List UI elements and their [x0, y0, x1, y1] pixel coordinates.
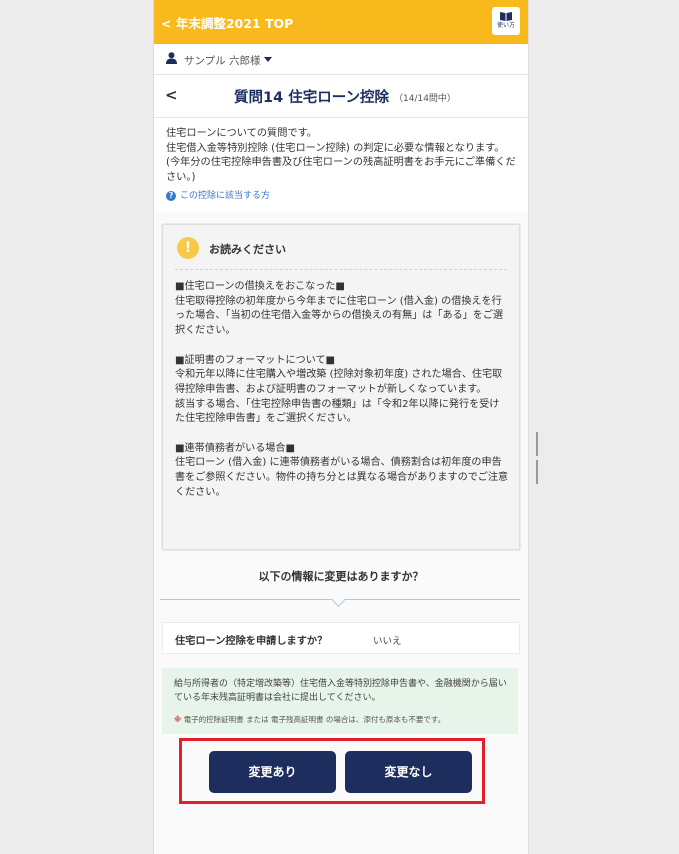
- info-note: ※ 電子的控除証明書 または 電子残高証明書 の場合は、添付も原本も不要です。: [174, 714, 510, 725]
- notice-paragraph: ■住宅ローンの借換えをおこなった■ 住宅取得控除の初年度から今年までに住宅ローン…: [175, 281, 504, 337]
- question-header: < 質問14 住宅ローン控除 （14/14問中）: [154, 75, 528, 118]
- notice-title: お読みください: [209, 243, 286, 256]
- highlight-box: [179, 738, 485, 804]
- notice-box: ! お読みください ■住宅ローンの借換えをおこなった■ 住宅取得控除の初年度から…: [162, 224, 520, 550]
- answer-row: 住宅ローン控除を申請しますか？ いいえ: [162, 622, 520, 654]
- back-to-top-link[interactable]: < 年末調整2021 TOP: [161, 13, 293, 32]
- book-icon: [500, 12, 512, 21]
- notice-body: ■住宅ローンの借換えをおこなった■ 住宅取得控除の初年度から今年までに住宅ローン…: [175, 280, 509, 515]
- guide-label: 使い方: [496, 22, 515, 29]
- notice-paragraph: ■証明書のフォーマットについて■ 令和元年以降に住宅購入や増改築 (控除対象初年…: [175, 354, 503, 425]
- user-icon: [166, 52, 177, 64]
- guide-button[interactable]: 使い方: [492, 7, 520, 35]
- question-title: 質問14 住宅ローン控除: [234, 90, 390, 106]
- resize-handle[interactable]: [536, 432, 541, 484]
- user-name: サンプル 六郎様: [184, 55, 261, 67]
- divider-notch: [332, 594, 345, 607]
- info-text: 給与所得者の（特定増改築等）住宅借入金等特別控除申告書や、金融機関から届いている…: [174, 679, 507, 703]
- answer-question: 住宅ローン控除を申請しますか？: [175, 636, 328, 647]
- question-icon: ?: [166, 191, 176, 202]
- intro-section: 住宅ローンについての質問です。 住宅借入金等特別控除 (住宅ローン控除) の判定…: [154, 118, 528, 212]
- notice-paragraph: ■連帯債務者がいる場合■ 住宅ローン (借入金) に連帯債務者がいる場合、債務割…: [175, 442, 509, 498]
- note-text: 電子的控除証明書 または 電子残高証明書 の場合は、添付も原本も不要です。: [183, 715, 446, 724]
- help-link-label: この控除に該当する方: [180, 191, 271, 201]
- note-mark: ※: [174, 715, 182, 724]
- chevron-down-icon[interactable]: [264, 57, 272, 62]
- help-link[interactable]: ? この控除に該当する方: [166, 189, 516, 204]
- intro-text: 住宅ローンについての質問です。 住宅借入金等特別控除 (住宅ローン控除) の判定…: [166, 128, 516, 183]
- answer-value: いいえ: [373, 636, 402, 647]
- info-box: 給与所得者の（特定増改築等）住宅借入金等特別控除申告書や、金融機関から届いている…: [162, 668, 518, 734]
- mobile-frame: < 年末調整2021 TOP 使い方 サンプル 六郎様 < 質問14 住宅ローン…: [153, 0, 529, 854]
- user-bar[interactable]: サンプル 六郎様: [154, 44, 528, 75]
- divider: [175, 269, 507, 270]
- back-chevron-icon[interactable]: <: [165, 86, 178, 104]
- change-question: 以下の情報に変更はありますか？: [258, 570, 424, 583]
- notice-header: ! お読みください: [163, 225, 519, 267]
- question-progress: （14/14問中）: [394, 94, 456, 104]
- exclamation-icon: !: [177, 237, 199, 259]
- top-bar: < 年末調整2021 TOP 使い方: [154, 0, 528, 44]
